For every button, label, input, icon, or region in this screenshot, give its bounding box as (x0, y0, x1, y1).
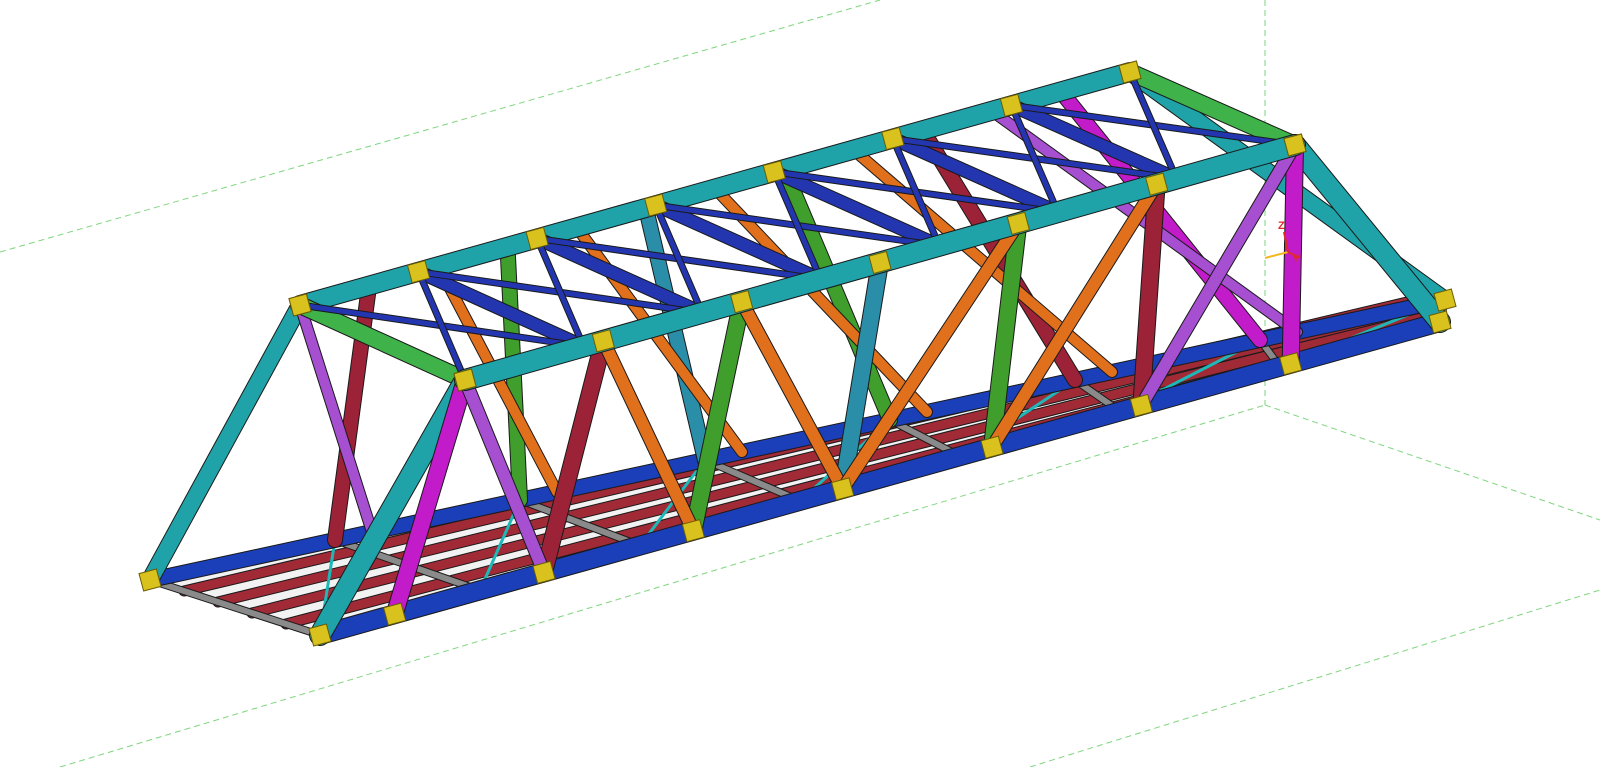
gusset-plate-14 (868, 250, 892, 275)
gusset-plate-11 (532, 560, 556, 585)
axis-y-label: Y (1292, 253, 1300, 265)
grid-boundary-lines (0, 0, 1600, 767)
3d-model-viewport[interactable]: Z Y (0, 0, 1600, 767)
gusset-plate-10 (591, 329, 615, 353)
gusset-plate-28 (999, 93, 1024, 117)
gusset-plate-20 (1283, 133, 1307, 157)
gusset-plate-15 (831, 477, 855, 501)
gusset-plate-19 (1129, 393, 1153, 418)
gusset-plate-29 (1118, 60, 1142, 84)
gusset-plate-12 (730, 290, 754, 314)
gusset-plate-24 (525, 226, 549, 251)
bridge-truss-model[interactable]: Z Y (0, 0, 1600, 767)
grid-line-0 (0, 0, 881, 253)
gusset-plate-7 (1433, 288, 1457, 312)
gusset-plate-25 (644, 193, 668, 217)
axis-z-label: Z (1278, 220, 1285, 232)
grid-line-4 (1029, 589, 1600, 767)
gusset-plate-1 (1428, 310, 1452, 334)
near-end-post-right (1285, 135, 1450, 332)
gusset-plate-16 (1006, 211, 1030, 235)
gusset-plate-13 (681, 519, 705, 543)
gusset-plate-17 (980, 435, 1004, 459)
gusset-plate-8 (453, 368, 477, 392)
gusset-plate-18 (1145, 172, 1169, 196)
gusset-plate-27 (881, 126, 905, 151)
gusset-plate-22 (288, 293, 312, 317)
grid-line-2 (1264, 404, 1600, 521)
gusset-plate-23 (406, 260, 431, 284)
gusset-plate-6 (138, 568, 162, 592)
gusset-plate-9 (383, 602, 407, 626)
gusset-plate-0 (308, 623, 332, 647)
gusset-plate-21 (1279, 352, 1303, 376)
gusset-plate-26 (762, 160, 786, 184)
far-end-post-left (142, 297, 308, 588)
